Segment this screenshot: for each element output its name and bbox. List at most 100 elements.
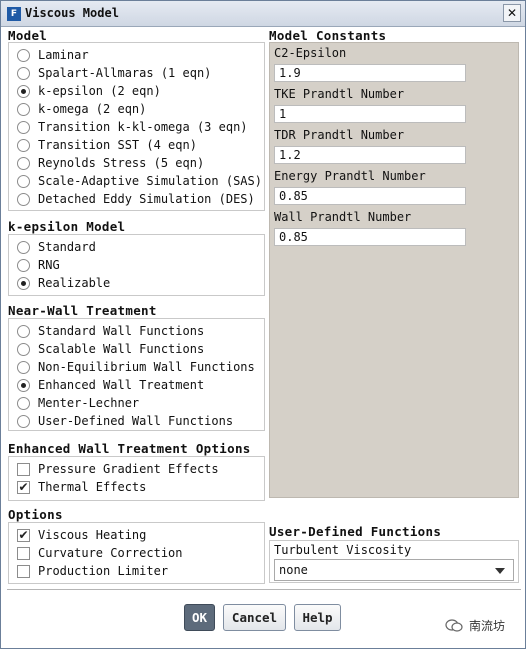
near-wall-option-scalable-wall-functions[interactable]: Scalable Wall Functions [17, 340, 204, 358]
near-wall-option-label: Enhanced Wall Treatment [38, 378, 205, 392]
curvature-correction-checkbox[interactable] [17, 546, 30, 560]
k-epsilon-section-title: k-epsilon Model [8, 219, 126, 234]
turbulent-viscosity-dropdown[interactable]: none [274, 559, 514, 581]
thermal-effects-checkbox[interactable]: ✔ [17, 480, 30, 494]
ewt-option-label: Pressure Gradient Effects [38, 462, 219, 476]
tke-prandtl-input[interactable]: 1 [274, 105, 466, 123]
k-epsilon-group: Standard RNG Realizable [8, 234, 265, 296]
help-button[interactable]: Help [294, 604, 341, 631]
ewt-options-group: Pressure Gradient Effects ✔ Thermal Effe… [8, 456, 265, 501]
near-wall-option-label: User-Defined Wall Functions [38, 414, 234, 428]
pressure-gradient-effects-option[interactable]: Pressure Gradient Effects [17, 460, 219, 478]
viscous-heating-option[interactable]: ✔ Viscous Heating [17, 526, 146, 544]
option-label: Curvature Correction [38, 546, 183, 560]
model-option-label: k-omega (2 eqn) [38, 102, 147, 116]
watermark-text: 南流坊 [469, 619, 506, 633]
model-option-label: Laminar [38, 48, 89, 62]
wall-prandtl-input[interactable]: 0.85 [274, 228, 466, 246]
ewt-option-label: Thermal Effects [38, 480, 147, 494]
model-option-reynolds-stress[interactable]: Reynolds Stress (5 eqn) [17, 154, 204, 172]
c2-epsilon-input[interactable]: 1.9 [274, 64, 466, 82]
ok-button[interactable]: OK [184, 604, 215, 631]
near-wall-option-label: Menter-Lechner [38, 396, 140, 410]
production-limiter-checkbox[interactable] [17, 564, 30, 578]
title-bar[interactable]: F Viscous Model ✕ [1, 1, 525, 27]
energy-prandtl-label: Energy Prandtl Number [274, 169, 426, 183]
radio-menter-lechner[interactable] [17, 396, 30, 410]
model-constants-section-title: Model Constants [269, 28, 387, 43]
model-option-k-epsilon[interactable]: k-epsilon (2 eqn) [17, 82, 161, 100]
radio-realizable[interactable] [17, 276, 30, 290]
k-epsilon-option-rng[interactable]: RNG [17, 256, 60, 274]
radio-transition-k-kl-omega[interactable] [17, 120, 30, 134]
near-wall-option-non-equilibrium[interactable]: Non-Equilibrium Wall Functions [17, 358, 255, 376]
pressure-gradient-effects-checkbox[interactable] [17, 462, 30, 476]
curvature-correction-option[interactable]: Curvature Correction [17, 544, 183, 562]
near-wall-option-user-defined[interactable]: User-Defined Wall Functions [17, 412, 233, 430]
tdr-prandtl-label: TDR Prandtl Number [274, 128, 405, 142]
radio-non-equilibrium[interactable] [17, 360, 30, 374]
turbulent-viscosity-label: Turbulent Viscosity [274, 543, 412, 557]
radio-transition-sst[interactable] [17, 138, 30, 152]
near-wall-option-menter-lechner[interactable]: Menter-Lechner [17, 394, 139, 412]
radio-enhanced-wall-treatment[interactable] [17, 378, 30, 392]
button-divider [7, 589, 521, 591]
options-section-title: Options [8, 507, 63, 522]
k-epsilon-option-realizable[interactable]: Realizable [17, 274, 110, 292]
radio-spalart-allmaras[interactable] [17, 66, 30, 80]
radio-scalable-wall-functions[interactable] [17, 342, 30, 356]
model-option-k-omega[interactable]: k-omega (2 eqn) [17, 100, 146, 118]
model-option-label: Transition SST (4 eqn) [38, 138, 197, 152]
model-constants-panel: C2-Epsilon 1.9 TKE Prandtl Number 1 TDR … [269, 42, 519, 498]
near-wall-option-label: Scalable Wall Functions [38, 342, 205, 356]
radio-standard-wall-functions[interactable] [17, 324, 30, 338]
model-option-sas[interactable]: Scale-Adaptive Simulation (SAS) [17, 172, 262, 190]
model-option-transition-k-kl-omega[interactable]: Transition k-kl-omega (3 eqn) [17, 118, 248, 136]
radio-reynolds-stress[interactable] [17, 156, 30, 170]
model-option-label: Reynolds Stress (5 eqn) [38, 156, 205, 170]
model-option-label: Detached Eddy Simulation (DES) [38, 192, 255, 206]
near-wall-section-title: Near-Wall Treatment [8, 303, 157, 318]
tdr-prandtl-input[interactable]: 1.2 [274, 146, 466, 164]
near-wall-option-standard-wall-functions[interactable]: Standard Wall Functions [17, 322, 204, 340]
chevron-down-icon[interactable] [495, 568, 505, 574]
near-wall-option-label: Non-Equilibrium Wall Functions [38, 360, 255, 374]
cancel-button[interactable]: Cancel [223, 604, 286, 631]
k-epsilon-option-label: Realizable [38, 276, 111, 290]
model-option-des[interactable]: Detached Eddy Simulation (DES) [17, 190, 255, 208]
app-icon: F [7, 7, 21, 21]
model-option-label: Transition k-kl-omega (3 eqn) [38, 120, 248, 134]
model-option-laminar[interactable]: Laminar [17, 46, 89, 64]
radio-laminar[interactable] [17, 48, 30, 62]
radio-standard[interactable] [17, 240, 30, 254]
near-wall-group: Standard Wall Functions Scalable Wall Fu… [8, 318, 265, 431]
near-wall-option-enhanced-wall-treatment[interactable]: Enhanced Wall Treatment [17, 376, 204, 394]
model-group: Laminar Spalart-Allmaras (1 eqn) k-epsil… [8, 42, 265, 211]
chat-bubble-icon [445, 618, 463, 632]
production-limiter-option[interactable]: Production Limiter [17, 562, 168, 580]
model-option-transition-sst[interactable]: Transition SST (4 eqn) [17, 136, 197, 154]
radio-k-omega[interactable] [17, 102, 30, 116]
c2-epsilon-label: C2-Epsilon [274, 46, 347, 60]
thermal-effects-option[interactable]: ✔ Thermal Effects [17, 478, 146, 496]
viscous-heating-checkbox[interactable]: ✔ [17, 528, 30, 542]
viscous-model-dialog: F Viscous Model ✕ Model Laminar Spalart-… [0, 0, 526, 649]
k-epsilon-option-label: Standard [38, 240, 96, 254]
window-title: Viscous Model [25, 6, 119, 20]
tke-prandtl-label: TKE Prandtl Number [274, 87, 405, 101]
k-epsilon-option-standard[interactable]: Standard [17, 238, 96, 256]
wall-prandtl-label: Wall Prandtl Number [274, 210, 412, 224]
model-option-label: Scale-Adaptive Simulation (SAS) [38, 174, 262, 188]
radio-des[interactable] [17, 192, 30, 206]
option-label: Production Limiter [38, 564, 169, 578]
close-button[interactable]: ✕ [503, 4, 521, 22]
radio-user-defined-wall-functions[interactable] [17, 414, 30, 428]
near-wall-option-label: Standard Wall Functions [38, 324, 205, 338]
ewt-options-section-title: Enhanced Wall Treatment Options [8, 441, 251, 456]
energy-prandtl-input[interactable]: 0.85 [274, 187, 466, 205]
k-epsilon-option-label: RNG [38, 258, 60, 272]
radio-k-epsilon[interactable] [17, 84, 30, 98]
radio-rng[interactable] [17, 258, 30, 272]
model-option-spalart-allmaras[interactable]: Spalart-Allmaras (1 eqn) [17, 64, 211, 82]
radio-sas[interactable] [17, 174, 30, 188]
